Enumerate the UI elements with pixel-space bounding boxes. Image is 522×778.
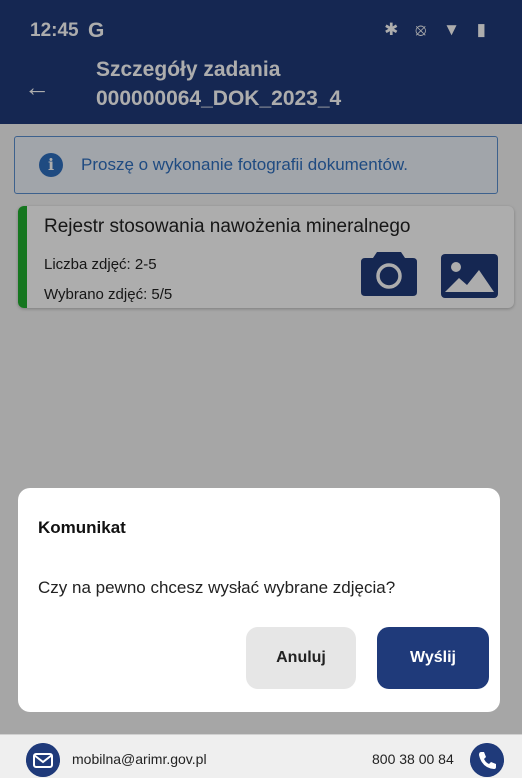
cancel-button[interactable]: Anuluj — [246, 627, 356, 689]
confirm-dialog: Komunikat Czy na pewno chcesz wysłać wyb… — [18, 488, 500, 712]
dialog-message: Czy na pewno chcesz wysłać wybrane zdjęc… — [38, 578, 396, 597]
phone-icon[interactable] — [470, 743, 504, 777]
dialog-title: Komunikat — [38, 518, 126, 537]
contact-email[interactable]: mobilna@arimr.gov.pl — [72, 751, 207, 767]
screen: 12:45 G ✱ ⦻ ▼ ▮ ← Szczegóły zadania 0000… — [0, 0, 522, 778]
mail-icon[interactable] — [26, 743, 60, 777]
send-button[interactable]: Wyślij — [377, 627, 489, 689]
contact-phone[interactable]: 800 38 00 84 — [372, 751, 454, 767]
footer: mobilna@arimr.gov.pl 800 38 00 84 — [0, 734, 522, 778]
